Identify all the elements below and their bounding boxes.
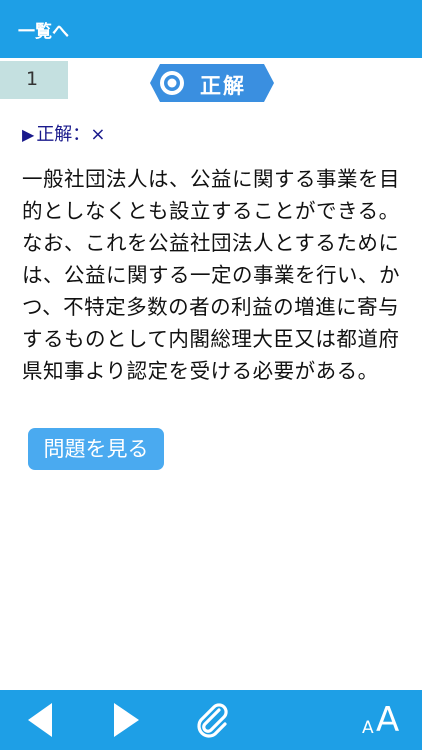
correct-answer-value: × <box>90 124 106 145</box>
triangle-right-icon <box>114 703 139 737</box>
previous-button[interactable] <box>22 700 62 740</box>
font-size-button[interactable]: A A <box>360 698 408 742</box>
result-badge: 正解 <box>150 64 274 102</box>
explanation-text: 一般社団法人は、公益に関する事業を目的としなくとも設立することができる。なお、こ… <box>22 167 400 383</box>
font-large-icon: A <box>376 700 400 740</box>
attachment-button[interactable] <box>190 698 234 742</box>
correct-answer-line: ▶ 正解：× <box>22 120 105 146</box>
font-small-icon: A <box>362 718 374 738</box>
show-question-button[interactable]: 問題を見る <box>28 428 164 470</box>
question-number-box: 1 <box>0 61 68 99</box>
result-badge-label: 正解 <box>200 74 246 98</box>
paperclip-icon <box>197 703 228 738</box>
arrow-right-icon: ▶ <box>22 125 35 144</box>
correct-answer-label: 正解： <box>36 124 91 145</box>
back-to-list-link[interactable]: 一覧へ <box>18 17 69 42</box>
next-button[interactable] <box>106 700 146 740</box>
triangle-left-icon <box>28 703 52 737</box>
bottom-toolbar: A A <box>0 690 422 750</box>
question-number: 1 <box>26 68 39 90</box>
top-navigation-bar: 一覧へ <box>0 0 422 58</box>
